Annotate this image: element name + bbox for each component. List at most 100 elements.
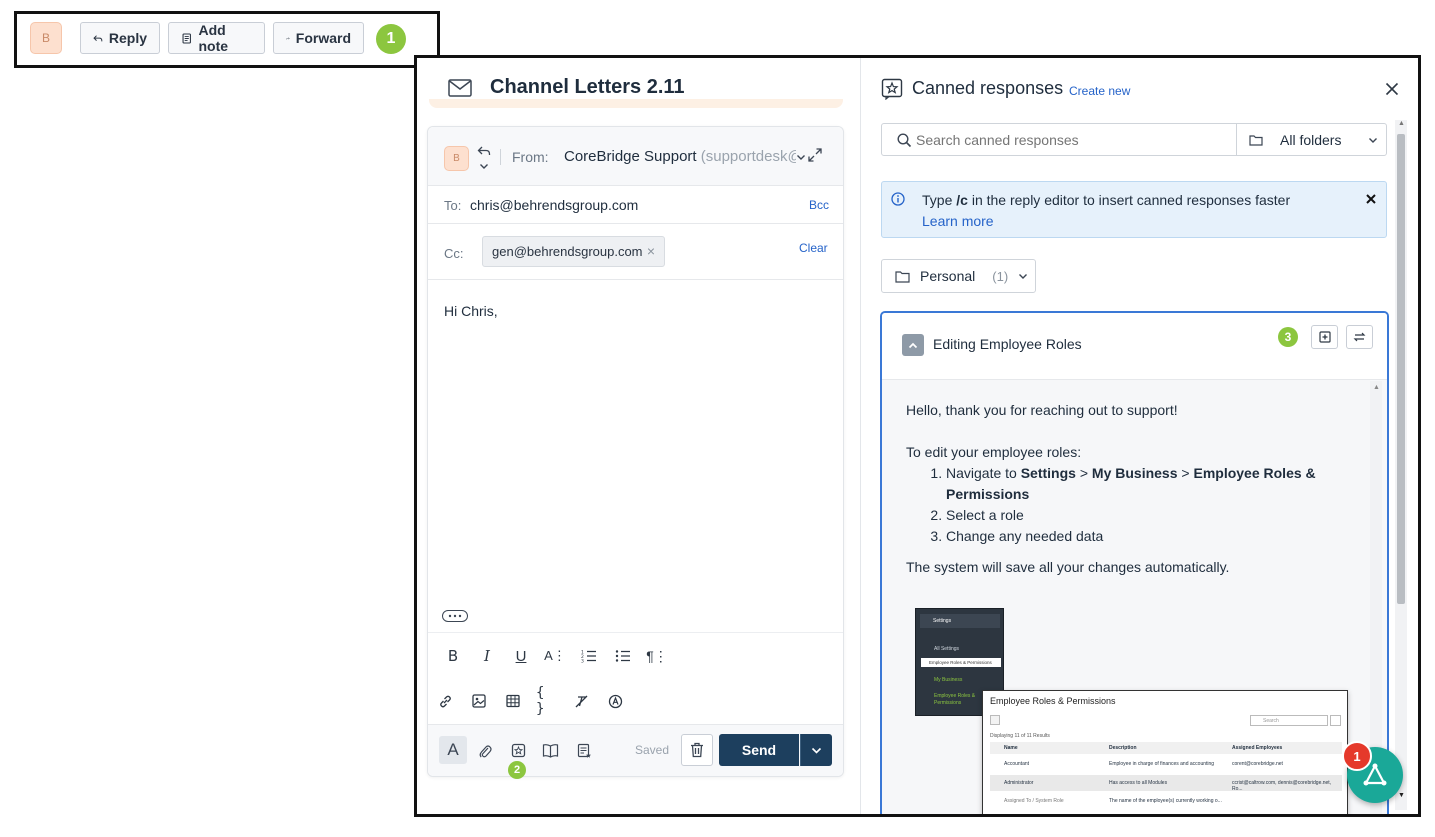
chevron-down-icon — [811, 747, 822, 754]
send-button[interactable]: Send — [719, 734, 799, 766]
create-new-link[interactable]: Create new — [1069, 84, 1130, 98]
menu-roles: Employee Roles & Permissions — [921, 658, 1001, 667]
panel-title: Canned responses — [912, 78, 1064, 98]
sender-avatar: B — [444, 146, 469, 171]
bold-icon[interactable]: B — [442, 645, 464, 667]
step-badge: 1 — [376, 24, 406, 54]
menu-all-settings: All Settings — [934, 646, 960, 652]
card-header: Editing Employee Roles 3 — [882, 313, 1387, 380]
reply-button[interactable]: Reply — [80, 22, 160, 54]
step-badge: 2 — [508, 761, 526, 779]
replace-icon — [1353, 332, 1366, 342]
cc-chip[interactable]: gen@behrendsgroup.com × — [482, 236, 665, 267]
knowledge-base-icon[interactable] — [542, 743, 559, 758]
more-icon[interactable] — [442, 610, 468, 622]
response-title: Editing Employee Roles — [933, 336, 1082, 352]
send-options-button[interactable] — [800, 734, 832, 766]
folder-filter-button[interactable]: Personal (1) — [881, 259, 1036, 293]
table-row: Assigned To / System Role The name of th… — [1004, 798, 1222, 804]
message-preview-edge — [429, 99, 843, 108]
add-note-button[interactable]: Add note — [168, 22, 265, 54]
attachment-icon[interactable] — [478, 743, 492, 759]
composer-footer: A 2 Saved Send — [428, 724, 843, 779]
close-icon[interactable] — [1385, 82, 1399, 96]
embedded-screenshot-table: Employee Roles & Permissions Search Disp… — [982, 690, 1348, 814]
italic-icon[interactable]: I — [476, 645, 498, 667]
numbered-list-icon[interactable]: 123 — [578, 645, 600, 667]
expand-icon[interactable] — [807, 147, 823, 163]
remove-chip-icon[interactable]: × — [647, 243, 655, 259]
paragraph-icon[interactable]: ¶⋮ — [646, 645, 668, 667]
cc-label: Cc: — [444, 246, 464, 261]
scroll-up-icon[interactable]: ▲ — [1373, 384, 1380, 391]
learn-more-link[interactable]: Learn more — [922, 213, 994, 229]
to-field[interactable]: chris@behrendsgroup.com — [470, 197, 638, 213]
close-icon[interactable] — [1366, 194, 1376, 204]
replace-response-button[interactable] — [1346, 325, 1373, 349]
conversation-pane: Channel Letters 2.11 B From: CoreBridge … — [417, 58, 860, 814]
format-toolbar: B I U A⋮ 123 ¶⋮ {} — [428, 632, 843, 724]
bullet-list-icon[interactable] — [612, 645, 634, 667]
image-icon[interactable] — [468, 690, 490, 712]
table-search: Search — [1250, 715, 1328, 726]
folder-select[interactable]: All folders — [1237, 124, 1386, 155]
menu-settings: Settings — [920, 614, 1000, 628]
table-row: Administrator Has access to all Modules … — [990, 775, 1342, 792]
table-icon[interactable] — [502, 690, 524, 712]
reply-type-switch[interactable] — [476, 137, 492, 177]
clear-link[interactable]: Clear — [799, 241, 828, 255]
folder-count: (1) — [992, 268, 1009, 284]
chevron-down-icon[interactable] — [796, 154, 806, 161]
cc-row: Cc: gen@behrendsgroup.com × Clear — [428, 224, 843, 280]
folder-select-label: All folders — [1280, 131, 1342, 148]
ai-assist-icon[interactable] — [604, 690, 626, 712]
to-row: To: chris@behrendsgroup.com Bcc — [428, 186, 843, 224]
chevron-down-icon — [480, 163, 488, 169]
bcc-link[interactable]: Bcc — [809, 198, 829, 212]
chevron-down-icon — [1019, 273, 1028, 279]
canned-response-icon[interactable] — [511, 743, 526, 758]
notification-badge: 1 — [1342, 741, 1372, 771]
scroll-down-icon[interactable]: ▼ — [1398, 792, 1405, 799]
from-row: B From: CoreBridge Support (supportdesk@… — [428, 127, 843, 186]
font-size-icon[interactable]: A⋮ — [544, 645, 566, 667]
link-icon[interactable] — [434, 690, 456, 712]
response-body: Hello, thank you for reaching out to sup… — [906, 400, 1346, 578]
insert-response-button[interactable] — [1311, 325, 1338, 349]
discard-button[interactable] — [681, 734, 713, 766]
folder-icon — [1249, 134, 1263, 146]
cc-chip-label: gen@behrendsgroup.com — [492, 244, 643, 259]
code-icon[interactable]: { } — [536, 685, 558, 717]
reply-composer: B From: CoreBridge Support (supportdesk@… — [427, 126, 844, 779]
body-intro: To edit your employee roles: — [906, 444, 1082, 460]
step-badge: 3 — [1278, 327, 1298, 347]
panel-scrollbar[interactable]: ▲ ▼ — [1395, 120, 1407, 810]
template-icon[interactable] — [577, 743, 592, 759]
envelope-icon — [448, 79, 472, 97]
trash-icon — [691, 742, 703, 758]
main-callout: Channel Letters 2.11 B From: CoreBridge … — [414, 55, 1421, 817]
list-item: Select a role — [946, 505, 1346, 526]
forward-icon — [286, 36, 290, 40]
search-input[interactable] — [916, 130, 1226, 150]
insert-icon — [1318, 331, 1331, 343]
svg-text:3: 3 — [581, 659, 584, 664]
underline-icon[interactable]: U — [510, 645, 532, 667]
menu-roles-active: Employee Roles & Permissions — [934, 693, 976, 706]
formatting-toggle-icon[interactable]: A — [439, 736, 467, 764]
table-count: Displaying 11 of 11 Results — [990, 733, 1050, 739]
forward-button[interactable]: Forward — [273, 22, 364, 54]
table-title: Employee Roles & Permissions — [990, 696, 1116, 706]
collapse-icon[interactable] — [902, 334, 924, 356]
menu-my-business: My Business — [934, 677, 963, 683]
divider — [500, 149, 501, 165]
folder-icon — [895, 270, 910, 283]
info-text: Type /c in the reply editor to insert ca… — [922, 192, 1291, 208]
info-banner: Type /c in the reply editor to insert ca… — [881, 181, 1387, 238]
clear-format-icon[interactable] — [570, 690, 592, 712]
scrollbar-thumb[interactable] — [1397, 134, 1405, 604]
chevron-down-icon — [1369, 138, 1377, 143]
message-body[interactable]: Hi Chris, — [444, 303, 498, 319]
from-select[interactable]: CoreBridge Support (supportdesk@co — [564, 148, 796, 165]
scroll-up-icon[interactable]: ▲ — [1398, 120, 1405, 127]
